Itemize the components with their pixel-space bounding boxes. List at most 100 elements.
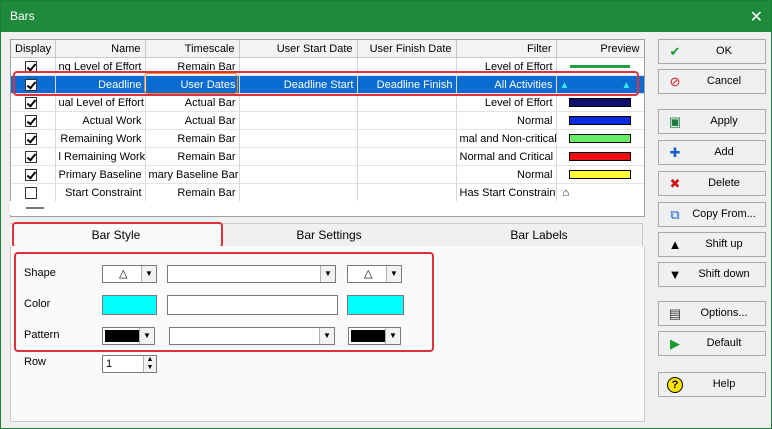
arrow-down-icon[interactable]: ▼	[147, 364, 154, 371]
table-row[interactable]: Start Constraint Remain Bar Has Start Cons…	[11, 183, 644, 202]
chevron-down-icon[interactable]: ▼	[139, 328, 154, 344]
display-checkbox[interactable]	[25, 186, 37, 199]
preview-cell[interactable]: ⌂	[556, 183, 644, 202]
timescale-cell[interactable]: Remain Bar	[145, 129, 240, 148]
filter-cell[interactable]: Normal and Critical	[456, 147, 557, 166]
filter-cell[interactable]: Has Start Constraint	[456, 183, 557, 202]
filter-cell[interactable]: Normal	[456, 165, 557, 184]
options-button[interactable]: ▤ Options...	[658, 301, 766, 326]
end-pattern-dropdown[interactable]: ▼	[348, 327, 401, 345]
preview-cell[interactable]	[556, 129, 644, 148]
tab-bar-labels[interactable]: Bar Labels	[436, 223, 643, 246]
spinner-arrows[interactable]: ▲ ▼	[143, 356, 156, 372]
name-cell[interactable]: l Remaining Work	[55, 147, 146, 166]
display-checkbox-cell[interactable]	[11, 165, 56, 184]
col-timescale[interactable]: Timescale	[145, 40, 240, 58]
display-checkbox[interactable]	[25, 60, 37, 73]
timescale-cell[interactable]: Remain Bar	[145, 57, 240, 76]
chevron-down-icon[interactable]: ▼	[141, 266, 156, 282]
user-start-cell[interactable]	[239, 111, 358, 130]
timescale-cell[interactable]: User Dates	[145, 75, 240, 94]
user-finish-cell[interactable]	[357, 129, 457, 148]
display-checkbox-cell[interactable]	[11, 93, 56, 112]
ok-button[interactable]: ✔ OK	[658, 39, 766, 64]
table-row[interactable]: ng Level of Effort Remain Bar Level of Eff…	[11, 57, 644, 76]
table-row[interactable]: Primary Baseline mary Baseline Bar Normal	[11, 165, 644, 184]
shift-up-button[interactable]: ▲ Shift up	[658, 232, 766, 257]
display-checkbox-cell[interactable]	[11, 75, 56, 94]
filter-cell[interactable]: mal and Non-critical	[456, 129, 557, 148]
user-finish-cell[interactable]	[357, 57, 457, 76]
col-preview[interactable]: Preview	[556, 40, 644, 58]
name-cell[interactable]: ng Level of Effort	[55, 57, 146, 76]
display-checkbox[interactable]	[25, 114, 37, 127]
col-name[interactable]: Name	[55, 40, 146, 58]
display-checkbox[interactable]	[25, 78, 37, 91]
display-checkbox-cell[interactable]	[11, 147, 56, 166]
display-checkbox[interactable]	[25, 150, 37, 163]
user-start-cell[interactable]	[239, 165, 358, 184]
middle-shape-dropdown[interactable]: ▼	[167, 265, 336, 283]
bars-grid[interactable]: Display Name Timescale User Start Date U…	[10, 39, 645, 217]
filter-cell[interactable]: Normal	[456, 111, 557, 130]
table-row[interactable]: Deadline User Dates Deadline Start Deadline…	[11, 75, 644, 94]
add-button[interactable]: ✚ Add	[658, 140, 766, 165]
display-checkbox[interactable]	[25, 96, 37, 109]
timescale-cell[interactable]: Actual Bar	[145, 111, 240, 130]
preview-cell[interactable]	[556, 147, 644, 166]
end-color-swatch[interactable]	[347, 295, 404, 315]
timescale-cell[interactable]: Remain Bar	[145, 147, 240, 166]
arrow-up-icon[interactable]: ▲	[147, 356, 154, 363]
user-finish-cell[interactable]	[357, 183, 457, 202]
user-start-cell[interactable]	[239, 183, 358, 202]
middle-pattern-dropdown[interactable]: ▼	[169, 327, 335, 345]
user-start-cell[interactable]	[239, 147, 358, 166]
middle-color-swatch[interactable]	[167, 295, 338, 315]
default-button[interactable]: ▶ Default	[658, 331, 766, 356]
cancel-button[interactable]: ⊘ Cancel	[658, 69, 766, 94]
name-cell[interactable]: Remaining Work	[55, 129, 146, 148]
chevron-down-icon[interactable]: ▼	[319, 328, 334, 344]
user-finish-cell[interactable]	[357, 111, 457, 130]
chevron-down-icon[interactable]: ▼	[320, 266, 335, 282]
preview-cell[interactable]: ▲ ▲	[556, 75, 644, 94]
col-display[interactable]: Display	[11, 40, 56, 58]
display-checkbox-cell[interactable]	[11, 183, 56, 202]
user-start-cell[interactable]	[239, 57, 358, 76]
horizontal-scrollbar[interactable]	[10, 201, 643, 215]
filter-cell[interactable]: Level of Effort	[456, 57, 557, 76]
preview-cell[interactable]	[556, 93, 644, 112]
user-start-cell[interactable]	[239, 93, 358, 112]
user-finish-cell[interactable]: Deadline Finish	[357, 75, 457, 94]
col-user-start-date[interactable]: User Start Date	[239, 40, 358, 58]
col-filter[interactable]: Filter	[456, 40, 557, 58]
name-cell[interactable]: Deadline	[55, 75, 146, 94]
display-checkbox[interactable]	[25, 168, 37, 181]
display-checkbox-cell[interactable]	[11, 129, 56, 148]
display-checkbox[interactable]	[25, 132, 37, 145]
help-button[interactable]: ? Help	[658, 372, 766, 397]
scroll-thumb[interactable]	[26, 207, 44, 209]
tab-bar-style[interactable]: Bar Style	[10, 223, 223, 246]
chevron-down-icon[interactable]: ▼	[385, 328, 400, 344]
end-shape-dropdown[interactable]: △ ▼	[347, 265, 402, 283]
table-row[interactable]: Actual Work Actual Bar Normal	[11, 111, 644, 130]
user-finish-cell[interactable]	[357, 147, 457, 166]
tab-bar-settings[interactable]: Bar Settings	[222, 223, 437, 246]
start-color-swatch[interactable]	[102, 295, 157, 315]
timescale-cell[interactable]: Remain Bar	[145, 183, 240, 202]
table-row[interactable]: ual Level of Effort Actual Bar Level of Ef…	[11, 93, 644, 112]
close-icon[interactable]: ✕	[750, 7, 763, 27]
copy-from-button[interactable]: ⧉ Copy From...	[658, 202, 766, 227]
row-spinner[interactable]: 1 ▲ ▼	[102, 355, 157, 373]
timescale-cell[interactable]: Actual Bar	[145, 93, 240, 112]
preview-cell[interactable]	[556, 57, 644, 76]
name-cell[interactable]: Primary Baseline	[55, 165, 146, 184]
preview-cell[interactable]	[556, 165, 644, 184]
delete-button[interactable]: ✖ Delete	[658, 171, 766, 196]
apply-button[interactable]: ▣ Apply	[658, 109, 766, 134]
chevron-down-icon[interactable]: ▼	[386, 266, 401, 282]
name-cell[interactable]: Start Constraint	[55, 183, 146, 202]
user-start-cell[interactable]: Deadline Start	[239, 75, 358, 94]
start-shape-dropdown[interactable]: △ ▼	[102, 265, 157, 283]
